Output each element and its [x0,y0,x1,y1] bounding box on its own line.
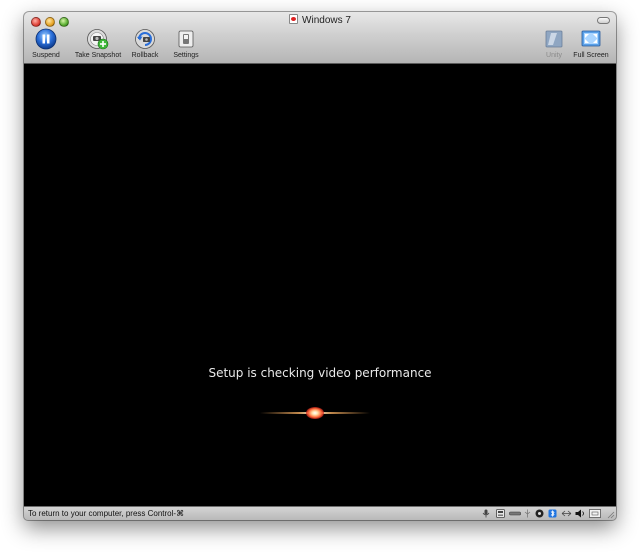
unity-label: Unity [546,52,562,59]
keyboard-icon[interactable] [561,509,572,518]
rollback-button[interactable]: Rollback [128,28,162,60]
rollback-label: Rollback [131,52,159,59]
resize-grip-icon[interactable] [606,510,615,519]
pause-icon [35,28,57,50]
hard-disk-icon[interactable] [496,509,505,518]
usb-icon[interactable] [524,509,531,518]
full-screen-icon [581,30,601,47]
suspend-label: Suspend [32,52,60,59]
window-title-group: Windows 7 [24,14,616,28]
title-bar[interactable]: Windows 7 Suspend Take Snapshot Rollback… [24,12,616,64]
return-hint: To return to your computer, press Contro… [28,509,185,518]
take-snapshot-button[interactable]: Take Snapshot [72,28,124,60]
rollback-icon [135,29,155,49]
unity-button[interactable]: Unity [541,28,567,60]
cpu-icon[interactable] [589,509,601,518]
bluetooth-icon[interactable] [548,509,557,518]
toolbar-toggle-button[interactable] [597,17,610,24]
microphone-icon[interactable] [482,509,490,518]
camera-add-icon [87,29,109,50]
full-screen-label: Full Screen [573,52,609,59]
sound-card-icon[interactable] [535,509,544,518]
flare-glow [306,407,324,419]
status-bar: To return to your computer, press Contro… [24,506,616,520]
settings-button[interactable]: Settings [170,28,202,60]
progress-animation [260,407,370,419]
network-icon[interactable] [509,509,521,518]
settings-switch-icon [178,30,194,48]
vm-display[interactable]: Setup is checking video performance [24,64,616,506]
volume-icon[interactable] [575,509,586,518]
unity-icon [545,30,563,48]
setup-status-message: Setup is checking video performance [208,366,432,380]
settings-label: Settings [173,52,199,59]
window-title: Windows 7 [302,15,351,26]
take-snapshot-label: Take Snapshot [74,52,122,59]
vm-document-icon [289,14,299,24]
vm-window: Windows 7 Suspend Take Snapshot Rollback… [24,12,616,520]
full-screen-button[interactable]: Full Screen [570,28,612,60]
suspend-button[interactable]: Suspend [29,28,63,60]
